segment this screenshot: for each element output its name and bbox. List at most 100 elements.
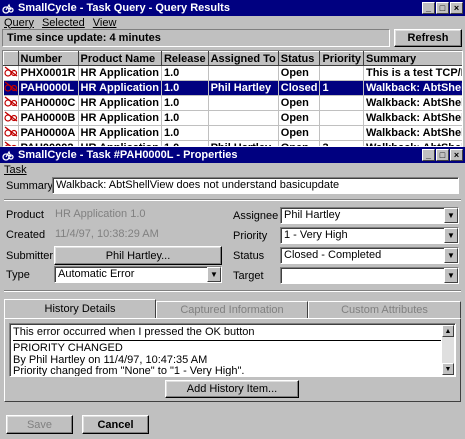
table-row[interactable]: PAH0000A HR Application 1.0 Open Walkback: A… bbox=[3, 125, 462, 141]
cell-priority bbox=[319, 95, 364, 111]
properties-menubar: Task bbox=[0, 163, 465, 176]
cell-release: 1.0 bbox=[161, 95, 209, 111]
cell-assigned bbox=[208, 110, 279, 126]
smallcycle-app-icon[interactable] bbox=[2, 149, 14, 161]
task-status-icon bbox=[3, 110, 19, 126]
created-label: Created bbox=[6, 229, 46, 241]
query-window-titlebar[interactable]: SmallCycle - Task Query - Query Results … bbox=[0, 0, 465, 16]
task-status-icon bbox=[3, 80, 19, 96]
target-label: Target bbox=[233, 270, 264, 282]
tab-custom-attributes[interactable]: Custom Attributes bbox=[308, 301, 461, 319]
column-header-status[interactable]: Status bbox=[277, 51, 321, 66]
chevron-down-icon[interactable]: ▼ bbox=[444, 228, 458, 243]
history-line: PRIORITY CHANGED bbox=[13, 342, 123, 354]
history-text-area[interactable]: This error occurred when I pressed the O… bbox=[9, 323, 456, 377]
smallcycle-app-icon[interactable] bbox=[2, 2, 14, 14]
maximize-icon[interactable]: □ bbox=[436, 149, 449, 161]
cell-assigned bbox=[208, 95, 279, 111]
cell-status: Open bbox=[278, 95, 321, 111]
chevron-down-icon[interactable]: ▼ bbox=[207, 267, 221, 282]
assignee-select[interactable]: Phil Hartley ▼ bbox=[280, 207, 459, 224]
cell-summary: This is a test TCP/IP task bbox=[363, 65, 462, 81]
column-header-product[interactable]: Product Name bbox=[77, 51, 162, 66]
cell-number: PAH0000B bbox=[18, 110, 79, 126]
column-header-release[interactable]: Release bbox=[160, 51, 209, 66]
table-row[interactable]: PHX0001R HR Application 1.0 Open This is a t… bbox=[3, 65, 462, 81]
cell-release: 1.0 bbox=[161, 125, 209, 141]
add-history-item-button[interactable]: Add History Item... bbox=[165, 380, 299, 398]
cell-status: Open bbox=[278, 65, 321, 81]
close-icon[interactable]: × bbox=[450, 2, 463, 14]
column-header-assigned[interactable]: Assigned To bbox=[207, 51, 279, 66]
cell-priority: 1 bbox=[319, 80, 364, 96]
scroll-up-icon[interactable]: ▲ bbox=[442, 325, 454, 337]
priority-select[interactable]: 1 - Very High ▼ bbox=[280, 227, 459, 244]
chevron-down-icon[interactable]: ▼ bbox=[444, 208, 458, 223]
task-status-icon bbox=[3, 125, 19, 141]
column-header-summary[interactable]: Summary bbox=[362, 51, 462, 66]
status-selected-value: Closed - Completed bbox=[284, 249, 382, 261]
cell-status: Open bbox=[278, 110, 321, 126]
cell-summary: Walkback: AbtShellView does bbox=[363, 80, 462, 96]
assignee-selected-value: Phil Hartley bbox=[284, 209, 341, 221]
cell-status: Open bbox=[278, 125, 321, 141]
cell-number: PAH0000A bbox=[18, 125, 79, 141]
cell-number: PHX0001R bbox=[18, 65, 79, 81]
chevron-down-icon[interactable]: ▼ bbox=[444, 248, 458, 263]
table-row[interactable]: PAH0000L HR Application 1.0 Phil Hartley Clo… bbox=[3, 80, 462, 96]
close-icon[interactable]: × bbox=[450, 149, 463, 161]
update-status-row: Time since update: 4 minutes Refresh bbox=[2, 29, 463, 47]
product-label: Product bbox=[6, 209, 44, 221]
cell-number: PAH0000L bbox=[18, 80, 79, 96]
scroll-down-icon[interactable]: ▼ bbox=[442, 363, 454, 375]
menu-query[interactable]: Query bbox=[4, 17, 34, 29]
table-row[interactable]: PAH0000B HR Application 1.0 Open Walkback: A… bbox=[3, 110, 462, 126]
history-line: This error occurred when I pressed the O… bbox=[13, 326, 255, 338]
column-header-icon[interactable] bbox=[3, 51, 19, 66]
cancel-button[interactable]: Cancel bbox=[82, 415, 149, 434]
refresh-button[interactable]: Refresh bbox=[394, 29, 462, 47]
target-select[interactable]: ▼ bbox=[280, 267, 459, 284]
cell-release: 1.0 bbox=[161, 110, 209, 126]
chevron-down-icon[interactable]: ▼ bbox=[444, 268, 458, 283]
tab-history-details[interactable]: History Details bbox=[4, 299, 156, 319]
cell-summary: Walkback: AbtShellView do bbox=[363, 110, 462, 126]
menu-selected[interactable]: Selected bbox=[42, 17, 85, 29]
status-label: Status bbox=[233, 250, 265, 262]
minimize-icon[interactable]: _ bbox=[422, 2, 435, 14]
column-header-priority[interactable]: Priority bbox=[319, 51, 364, 66]
properties-window: SmallCycle - Task #PAH0000L - Properties… bbox=[0, 147, 465, 439]
tab-captured-information[interactable]: Captured Information bbox=[156, 301, 308, 319]
cell-product: HR Application bbox=[78, 65, 162, 81]
menu-view[interactable]: View bbox=[93, 17, 117, 29]
submitter-button[interactable]: Phil Hartley... bbox=[54, 246, 222, 265]
cell-release: 1.0 bbox=[161, 80, 209, 96]
column-header-number[interactable]: Number bbox=[17, 51, 79, 66]
summary-field[interactable]: Walkback: AbtShellView does not understa… bbox=[52, 177, 459, 194]
priority-label: Priority bbox=[233, 230, 268, 242]
history-scrollbar[interactable]: ▲ ▼ bbox=[442, 325, 454, 375]
results-table: Number Product Name Release Assigned To … bbox=[2, 50, 463, 147]
status-select[interactable]: Closed - Completed ▼ bbox=[280, 247, 459, 264]
divider bbox=[4, 290, 461, 292]
table-row[interactable]: PAH0000C HR Application 1.0 Open Walkback: A… bbox=[3, 95, 462, 111]
maximize-icon[interactable]: □ bbox=[436, 2, 449, 14]
task-status-icon bbox=[3, 95, 19, 111]
cell-assigned bbox=[208, 125, 279, 141]
minimize-icon[interactable]: _ bbox=[422, 149, 435, 161]
save-button[interactable]: Save bbox=[6, 415, 73, 434]
type-select[interactable]: Automatic Error ▼ bbox=[54, 266, 222, 283]
query-results-window: SmallCycle - Task Query - Query Results … bbox=[0, 0, 465, 147]
cell-product: HR Application bbox=[78, 95, 162, 111]
cell-product: HR Application bbox=[78, 110, 162, 126]
history-separator bbox=[13, 340, 441, 341]
query-window-title: SmallCycle - Task Query - Query Results bbox=[18, 2, 230, 14]
divider bbox=[4, 199, 461, 201]
cell-number: PAH0000C bbox=[18, 95, 79, 111]
menu-task[interactable]: Task bbox=[4, 164, 27, 176]
cell-priority bbox=[319, 110, 364, 126]
properties-window-titlebar[interactable]: SmallCycle - Task #PAH0000L - Properties… bbox=[0, 147, 465, 163]
cell-release: 1.0 bbox=[161, 65, 209, 81]
cell-priority bbox=[319, 125, 364, 141]
cell-assigned bbox=[208, 65, 279, 81]
